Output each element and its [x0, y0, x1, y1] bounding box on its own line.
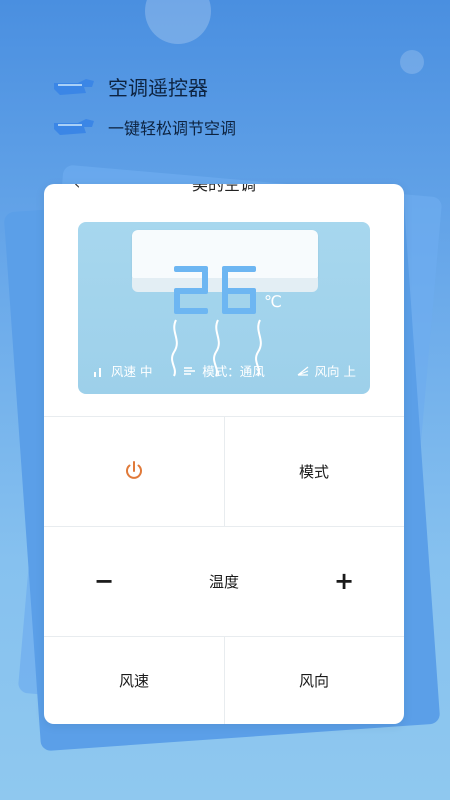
pointing-hand-icon [52, 115, 96, 139]
temperature-up-button[interactable]: + [284, 526, 404, 636]
ac-display: ℃ 风速 中 模式：通风 风向 上 [78, 222, 370, 394]
status-direction: 风向 上 [296, 361, 356, 380]
decor-bubble-small [400, 50, 424, 74]
temperature-label: 温度 [208, 572, 239, 591]
status-bar: 风速 中 模式：通风 风向 上 [78, 361, 370, 380]
device-title: 美的空调 [191, 184, 256, 194]
app-subtitle: 一键轻松调节空调 [108, 119, 237, 138]
remote-card: ‹ 美的空调 ℃ [44, 184, 404, 724]
signal-bars-icon [94, 367, 101, 377]
status-fan-speed: 风速 中 [92, 361, 152, 380]
header-title-row: 空调遥控器 [52, 72, 208, 101]
temperature-unit: ℃ [264, 292, 282, 311]
pointing-hand-icon [52, 75, 96, 99]
status-mode-text: 模式：通风 [202, 364, 265, 379]
fan-speed-button[interactable]: 风速 [44, 636, 224, 724]
power-icon [126, 461, 142, 479]
wind-icon [184, 366, 196, 375]
app-title: 空调遥控器 [108, 76, 208, 100]
status-mode: 模式：通风 [183, 361, 265, 380]
status-fan-speed-text: 风速 中 [111, 364, 153, 379]
wind-direction-button[interactable]: 风向 [224, 636, 404, 724]
mode-button[interactable]: 模式 [224, 416, 404, 526]
header-subtitle-row: 一键轻松调节空调 [52, 115, 236, 139]
swing-icon [297, 366, 308, 376]
status-direction-text: 风向 上 [314, 364, 356, 379]
temperature-digits [174, 266, 256, 314]
decor-bubble [145, 0, 211, 44]
power-button[interactable] [44, 416, 224, 526]
temperature-down-button[interactable]: − [44, 526, 164, 636]
